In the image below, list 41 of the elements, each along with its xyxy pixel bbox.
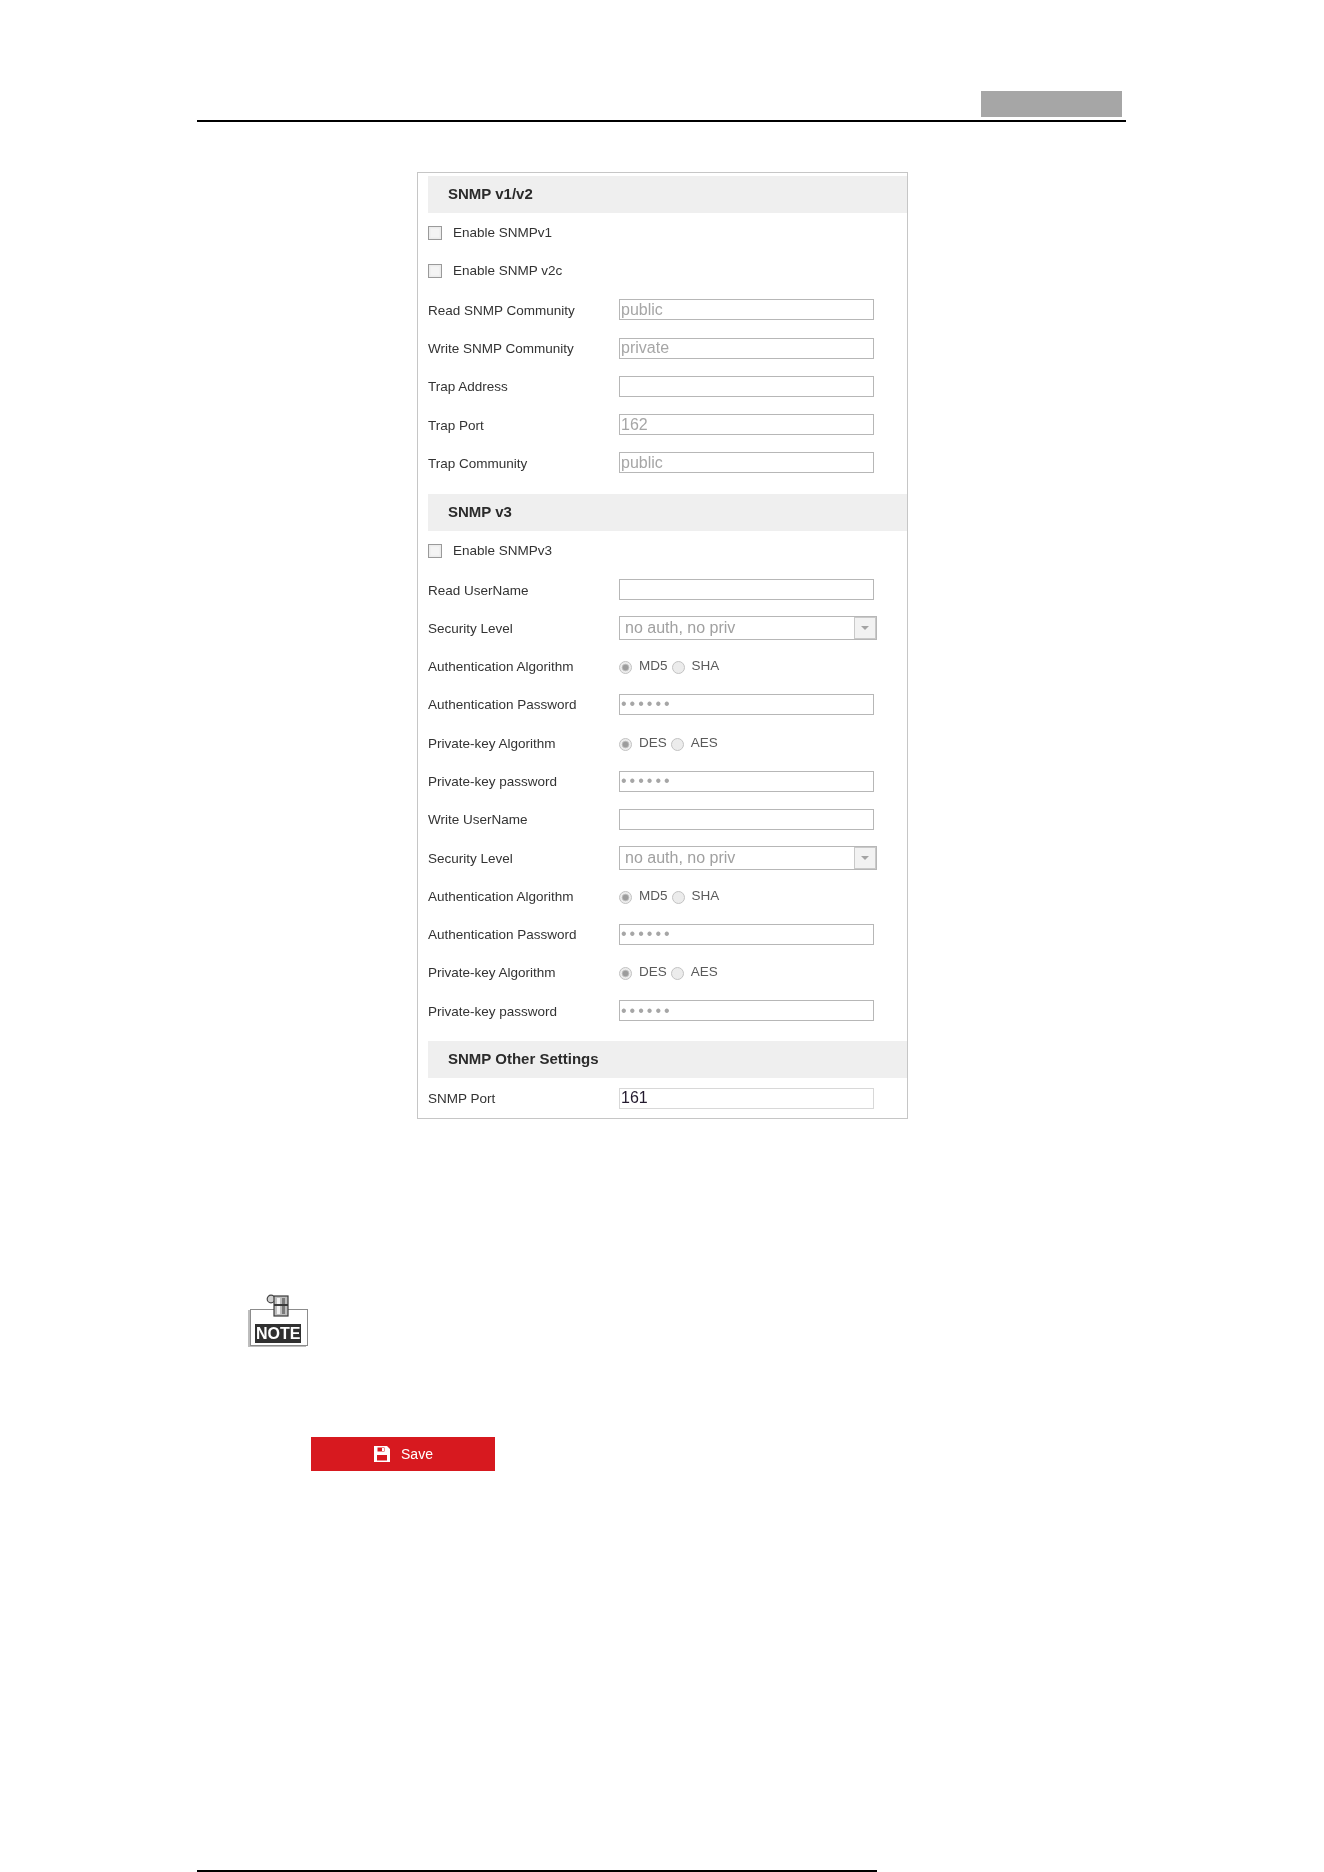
note-label: NOTE	[255, 1324, 302, 1344]
field-label: SNMP Port	[428, 1091, 496, 1107]
field-label: Write SNMP Community	[428, 341, 574, 357]
field-label: Write UserName	[428, 812, 528, 828]
radio-label: AES	[690, 733, 718, 752]
field-label: Authentication Password	[428, 927, 577, 943]
radio-label: SHA	[691, 886, 720, 905]
radio-label: DES	[639, 963, 667, 982]
save-button[interactable]: Save	[311, 1437, 495, 1472]
save-icon	[373, 1445, 392, 1464]
radio-label: MD5	[639, 886, 668, 905]
checkbox-label: Enable SNMPv1	[453, 224, 553, 242]
field-label: Authentication Password	[428, 697, 577, 713]
field-label: Private-key password	[428, 774, 558, 789]
section-header: SNMP v3	[428, 494, 907, 532]
text-field[interactable]: 161	[619, 1087, 874, 1109]
radio-label: DES	[639, 733, 667, 752]
checkbox[interactable]	[428, 264, 442, 279]
radio-label: AES	[690, 963, 718, 982]
radio-label: SHA	[691, 657, 720, 675]
checkbox-label: Enable SNMPv3	[453, 542, 553, 561]
field-label: Private-key Algorithm	[428, 965, 556, 981]
radio-label: MD5	[639, 657, 668, 675]
checkbox[interactable]	[428, 226, 442, 241]
caret-icon	[854, 616, 876, 639]
field-label: Security Level	[428, 620, 513, 636]
field-label: Trap Address	[428, 379, 508, 395]
field-label: Authentication Algorithm	[428, 659, 574, 675]
field-label: Private-key Algorithm	[428, 735, 556, 751]
field-label: Private-key password	[428, 1003, 558, 1019]
field-label: Trap Port	[428, 417, 484, 433]
field-label: Trap Community	[428, 455, 528, 471]
section-header: SNMP Other Settings	[428, 1040, 907, 1078]
checkbox-label: Enable SNMP v2c	[453, 262, 563, 281]
caret-icon	[854, 846, 876, 869]
checkbox[interactable]	[428, 544, 442, 559]
field-label: Authentication Algorithm	[428, 888, 574, 904]
field-label: Security Level	[428, 850, 513, 866]
field-label: Read SNMP Community	[428, 302, 575, 318]
section-header: SNMP v1/v2	[428, 176, 907, 213]
field-label: Read UserName	[428, 582, 529, 598]
